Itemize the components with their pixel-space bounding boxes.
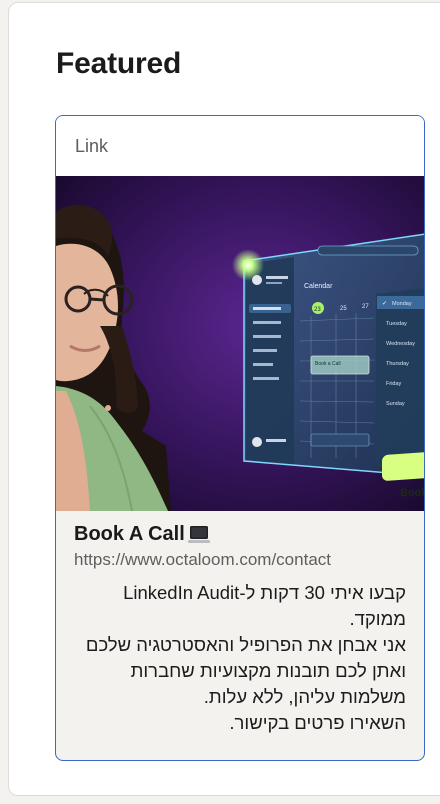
featured-link-card[interactable]: Link Calendar 23 25 27 Book a Call ✓ Mon… (55, 115, 425, 761)
glow-highlight (232, 249, 264, 281)
description-line: אני אבחן את הפרופיל והאסטרטגיה שלכם ואתן… (85, 634, 406, 707)
thumbnail-app-title: Calendar (304, 283, 333, 290)
thumbnail-image: Calendar 23 25 27 Book a Call ✓ MondayTu… (56, 176, 425, 511)
thumbnail-day-label: Friday (386, 381, 402, 387)
section-heading: Featured (56, 47, 182, 80)
svg-text:27: 27 (362, 304, 369, 310)
card-body: Book A Call https://www.octaloom.com/con… (56, 511, 424, 736)
description-line: השאירו פרטים בקישור. (229, 712, 406, 733)
svg-text:23: 23 (314, 307, 321, 313)
card-title-text[interactable]: Book A Call (74, 523, 185, 546)
card-description: קבעו איתי 30 דקות ל-LinkedIn Audit ממוקד… (74, 580, 406, 736)
svg-text:25: 25 (340, 306, 347, 312)
thumbnail-book-button: Book (400, 487, 425, 499)
thumbnail-day-label: Thursday (386, 361, 409, 367)
card-url[interactable]: https://www.octaloom.com/contact (74, 550, 406, 570)
thumbnail-day-label: Wednesday (386, 341, 415, 347)
card-thumbnail[interactable]: Calendar 23 25 27 Book a Call ✓ Monday T… (56, 176, 424, 511)
thumbnail-day-label: Tuesday (386, 321, 407, 327)
card-type-label: Link (56, 116, 424, 176)
card-title[interactable]: Book A Call (74, 523, 406, 546)
laptop-icon (187, 525, 210, 543)
thumbnail-event-label: Book a Call (315, 361, 341, 367)
description-line: קבעו איתי 30 דקות ל-LinkedIn Audit ממוקד… (123, 582, 406, 629)
calendar-dashboard-graphic: Calendar 23 25 27 Book a Call ✓ MondayTu… (243, 233, 425, 499)
featured-panel: Featured Link Calendar 23 25 27 Book a C… (8, 2, 440, 796)
svg-text:✓: ✓ (382, 301, 387, 307)
thumbnail-day-label: Monday (392, 301, 412, 307)
thumbnail-day-label: Sunday (386, 401, 405, 407)
